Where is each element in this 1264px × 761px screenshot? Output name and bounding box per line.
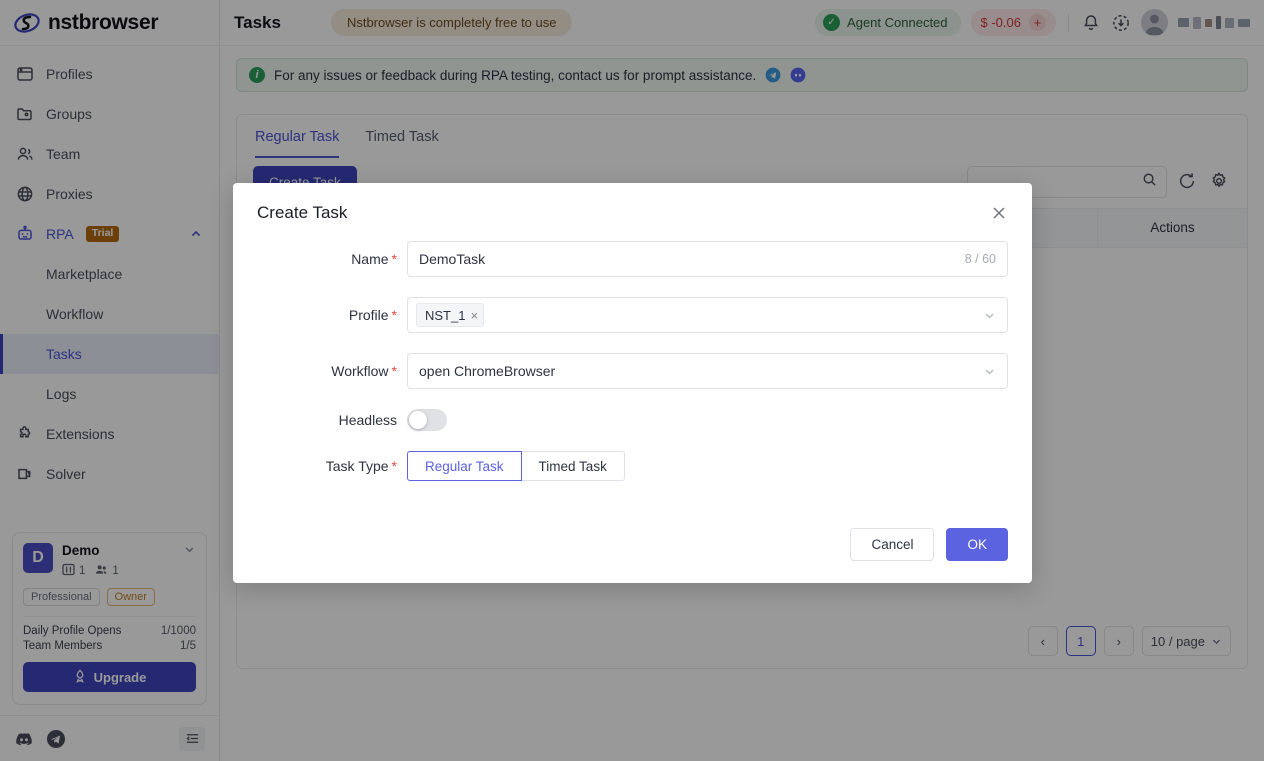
- field-row-name: Name* 8 / 60: [257, 241, 1008, 277]
- modal-footer: Cancel OK: [233, 528, 1032, 583]
- toggle-knob: [409, 411, 427, 429]
- close-icon[interactable]: [990, 204, 1008, 222]
- workflow-label-text: Workflow: [331, 363, 389, 379]
- name-input[interactable]: [419, 251, 965, 267]
- modal-title: Create Task: [257, 203, 348, 222]
- chevron-down-icon[interactable]: [983, 309, 996, 322]
- name-field-control: 8 / 60: [407, 241, 1008, 277]
- workflow-select[interactable]: open ChromeBrowser: [407, 353, 1008, 389]
- profile-field-control: NST_1 ×: [407, 297, 1008, 333]
- required-asterisk: *: [391, 363, 397, 379]
- ok-button[interactable]: OK: [946, 528, 1008, 561]
- profile-select[interactable]: NST_1 ×: [407, 297, 1008, 333]
- headless-label-text: Headless: [338, 412, 397, 428]
- task-type-segmented-control: Regular Task Timed Task: [407, 451, 625, 481]
- field-row-workflow: Workflow * open ChromeBrowser: [257, 353, 1008, 389]
- name-char-counter: 8 / 60: [964, 252, 996, 266]
- modal-header: Create Task: [233, 183, 1032, 223]
- profile-label: Profile *: [257, 307, 407, 323]
- remove-chip-icon[interactable]: ×: [470, 309, 478, 322]
- task-type-option-timed[interactable]: Timed Task: [521, 451, 625, 481]
- task-type-label: Task Type *: [257, 458, 407, 474]
- task-type-option-regular[interactable]: Regular Task: [407, 451, 522, 481]
- task-type-field-control: Regular Task Timed Task: [407, 451, 1008, 481]
- app-root: nstbrowser Profiles Groups Team Proxies …: [0, 0, 1264, 761]
- headless-toggle[interactable]: [407, 409, 447, 431]
- required-asterisk: *: [391, 458, 397, 474]
- profile-label-text: Profile: [348, 307, 389, 323]
- profile-chip-label: NST_1: [425, 307, 466, 323]
- headless-field-control: [407, 409, 1008, 431]
- workflow-label: Workflow *: [257, 363, 407, 379]
- chevron-down-icon[interactable]: [983, 365, 996, 378]
- profile-chip: NST_1 ×: [416, 303, 485, 327]
- name-input-wrapper[interactable]: 8 / 60: [407, 241, 1008, 277]
- field-row-headless: Headless: [257, 409, 1008, 431]
- cancel-button[interactable]: Cancel: [850, 528, 935, 561]
- name-label-text: Name: [351, 251, 389, 267]
- workflow-field-control: open ChromeBrowser: [407, 353, 1008, 389]
- required-asterisk: *: [391, 251, 397, 267]
- create-task-modal: Create Task Name* 8 / 60: [233, 183, 1032, 583]
- name-label: Name *: [257, 251, 407, 267]
- task-type-label-text: Task Type: [325, 458, 389, 474]
- field-row-task-type: Task Type * Regular Task Timed Task: [257, 451, 1008, 481]
- field-row-profile: Profile * NST_1 ×: [257, 297, 1008, 333]
- required-asterisk: *: [391, 307, 397, 323]
- modal-body: Name* 8 / 60 Profile* NST_1: [233, 223, 1032, 501]
- workflow-selected-value: open ChromeBrowser: [419, 363, 556, 379]
- headless-label: Headless: [257, 412, 407, 428]
